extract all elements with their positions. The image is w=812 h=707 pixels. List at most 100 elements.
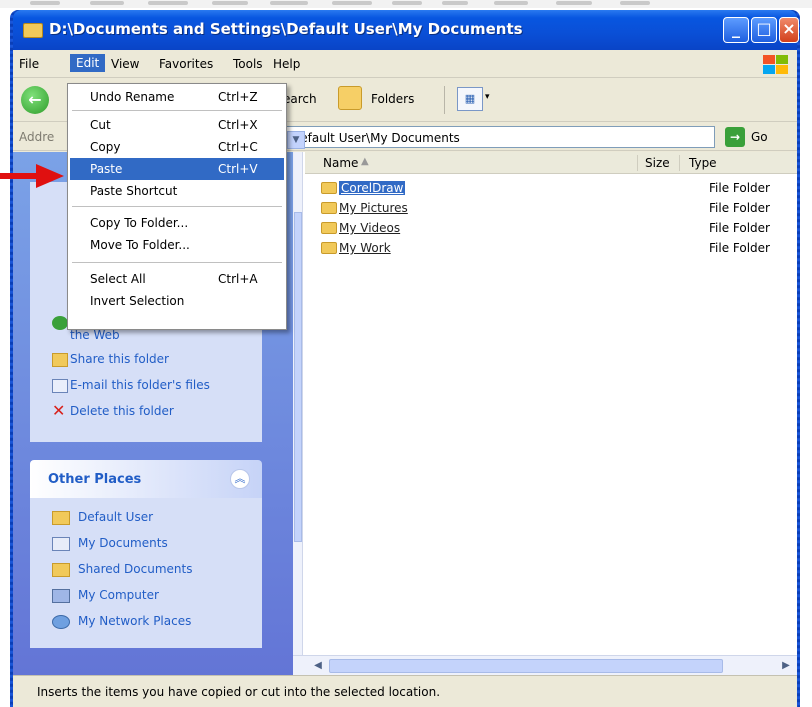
menu-item-undo-rename[interactable]: Undo Rename Ctrl+Z — [70, 86, 284, 108]
task-share-folder[interactable]: Share this folder — [70, 352, 169, 366]
menu-item-label: Undo Rename — [90, 90, 175, 104]
file-type: File Folder — [709, 221, 770, 235]
place-shared-documents[interactable]: Shared Documents — [78, 562, 192, 576]
status-text: Inserts the items you have copied or cut… — [37, 685, 441, 699]
menu-item-paste-shortcut[interactable]: Paste Shortcut — [70, 180, 284, 202]
close-button[interactable]: × — [779, 17, 799, 43]
go-arrow-icon[interactable]: → — [725, 127, 745, 147]
task-email-files[interactable]: E-mail this folder's files — [70, 378, 210, 392]
toolbar-separator — [444, 86, 445, 114]
column-size[interactable]: Size — [645, 156, 670, 170]
other-places-header[interactable]: Other Places ︽ — [30, 460, 262, 498]
horizontal-scrollbar[interactable]: ◀ ▶ — [293, 655, 797, 675]
file-name[interactable]: My Work — [339, 241, 391, 255]
column-header: Name ▲ Size Type — [305, 152, 797, 174]
menu-item-shortcut: Ctrl+X — [218, 118, 258, 132]
address-label: Addre — [19, 130, 55, 144]
window-title: D:\Documents and Settings\Default User\M… — [49, 20, 523, 38]
windows-logo-icon — [761, 53, 789, 75]
menu-item-copy[interactable]: Copy Ctrl+C — [70, 136, 284, 158]
folder-icon — [23, 23, 43, 38]
task-publish-web[interactable]: the Web — [70, 328, 120, 342]
red-pointer-arrow-icon — [0, 173, 38, 179]
file-type: File Folder — [709, 241, 770, 255]
menu-item-label: Move To Folder... — [90, 238, 190, 252]
menu-item-move-to-folder[interactable]: Move To Folder... — [70, 234, 284, 256]
file-row[interactable]: My Videos File Folder — [321, 220, 771, 238]
file-row[interactable]: My Work File Folder — [321, 240, 771, 258]
column-separator[interactable] — [679, 155, 680, 171]
folder-icon — [321, 222, 337, 234]
share-folder-icon — [52, 353, 68, 367]
chevron-down-icon[interactable]: ▼ — [287, 131, 305, 149]
file-type: File Folder — [709, 181, 770, 195]
menu-item-paste[interactable]: Paste Ctrl+V — [70, 158, 284, 180]
email-icon — [52, 379, 68, 393]
menu-item-shortcut: Ctrl+Z — [218, 90, 258, 104]
maximize-button[interactable]: □ — [751, 17, 777, 43]
menu-separator — [72, 262, 282, 263]
menu-item-select-all[interactable]: Select All Ctrl+A — [70, 268, 284, 290]
other-places-panel: Default User My Documents Shared Documen… — [30, 498, 262, 648]
scrollbar-thumb[interactable] — [329, 659, 723, 673]
folder-icon — [321, 242, 337, 254]
menu-bar: File Edit View Favorites Tools Help — [13, 50, 797, 78]
menu-item-invert-selection[interactable]: Invert Selection — [70, 290, 284, 312]
menu-item-label: Paste Shortcut — [90, 184, 178, 198]
menu-separator — [72, 110, 282, 111]
folders-icon[interactable] — [338, 86, 362, 110]
background-top-strip — [0, 0, 812, 8]
file-name[interactable]: My Videos — [339, 221, 400, 235]
views-dropdown-arrow-icon[interactable]: ▾ — [485, 92, 490, 102]
menu-favorites[interactable]: Favorites — [159, 57, 213, 71]
menu-file[interactable]: File — [19, 57, 39, 71]
menu-item-cut[interactable]: Cut Ctrl+X — [70, 114, 284, 136]
menu-help[interactable]: Help — [273, 57, 300, 71]
documents-icon — [52, 537, 70, 551]
menu-item-label: Invert Selection — [90, 294, 185, 308]
other-places-title: Other Places — [48, 472, 142, 487]
task-delete-folder[interactable]: Delete this folder — [70, 404, 174, 418]
menu-item-label: Copy — [90, 140, 121, 154]
scroll-left-icon[interactable]: ◀ — [311, 659, 325, 673]
folder-icon — [52, 511, 70, 525]
file-list-pane: Name ▲ Size Type CorelDraw File Folder M… — [293, 152, 797, 675]
file-row[interactable]: My Pictures File Folder — [321, 200, 771, 218]
search-button[interactable]: earch — [283, 92, 317, 106]
task-pane-scrollbar[interactable] — [293, 152, 303, 655]
place-my-computer[interactable]: My Computer — [78, 588, 159, 602]
file-type: File Folder — [709, 201, 770, 215]
back-arrow-icon[interactable]: ← — [21, 86, 49, 114]
file-name[interactable]: My Pictures — [339, 201, 408, 215]
menu-item-shortcut: Ctrl+V — [218, 162, 258, 176]
menu-item-shortcut: Ctrl+C — [218, 140, 258, 154]
folders-button[interactable]: Folders — [371, 92, 414, 106]
go-button[interactable]: Go — [751, 130, 768, 144]
column-separator[interactable] — [637, 155, 638, 171]
menu-tools[interactable]: Tools — [233, 57, 263, 71]
menu-edit[interactable]: Edit — [70, 54, 106, 72]
file-row[interactable]: CorelDraw File Folder — [321, 180, 771, 198]
minimize-button[interactable]: _ — [723, 17, 749, 43]
sort-up-icon: ▲ — [361, 156, 369, 167]
title-bar[interactable]: D:\Documents and Settings\Default User\M… — [13, 10, 799, 50]
menu-item-copy-to-folder[interactable]: Copy To Folder... — [70, 212, 284, 234]
network-icon — [52, 615, 70, 629]
collapse-chevron-icon[interactable]: ︽ — [230, 469, 250, 489]
scrollbar-thumb[interactable] — [294, 212, 302, 542]
place-my-network-places[interactable]: My Network Places — [78, 614, 191, 628]
menu-item-label: Paste — [90, 162, 123, 176]
menu-view[interactable]: View — [111, 57, 139, 71]
place-default-user[interactable]: Default User — [78, 510, 153, 524]
computer-icon — [52, 589, 70, 603]
scroll-right-icon[interactable]: ▶ — [779, 659, 793, 673]
column-name[interactable]: Name — [323, 156, 358, 170]
column-type[interactable]: Type — [689, 156, 717, 170]
file-name[interactable]: CorelDraw — [339, 181, 406, 195]
menu-item-label: Copy To Folder... — [90, 216, 189, 230]
views-icon[interactable]: ▦ — [457, 87, 483, 111]
menu-item-shortcut: Ctrl+A — [218, 272, 258, 286]
delete-x-icon: ✕ — [52, 401, 66, 420]
edit-menu: Undo Rename Ctrl+Z Cut Ctrl+X Copy Ctrl+… — [67, 83, 287, 330]
place-my-documents[interactable]: My Documents — [78, 536, 168, 550]
